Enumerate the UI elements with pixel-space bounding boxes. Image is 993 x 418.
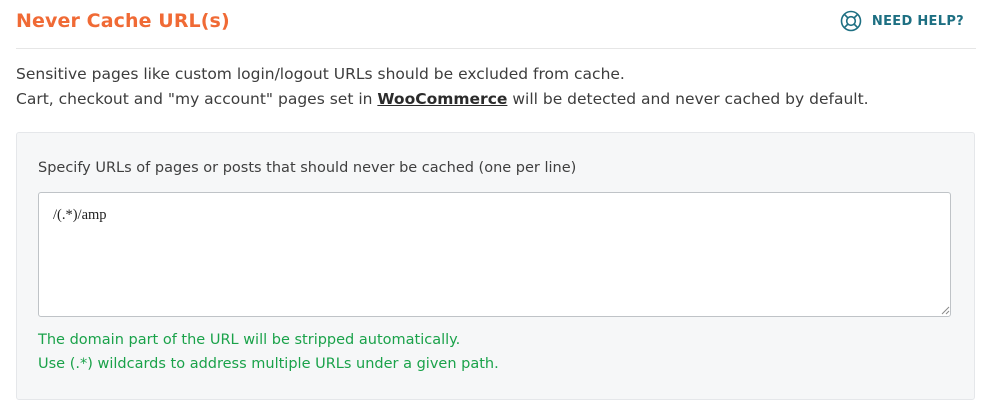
intro-line-2-before: Cart, checkout and "my account" pages se… — [16, 90, 378, 108]
note-domain-stripped: The domain part of the URL will be strip… — [38, 332, 461, 348]
note-wildcards: Use (.*) wildcards to address multiple U… — [38, 356, 499, 372]
lifebuoy-icon — [840, 10, 862, 32]
need-help-button[interactable]: NEED HELP? — [840, 10, 964, 32]
section-header: Never Cache URL(s) NEED HELP? — [16, 0, 976, 49]
section-title: Never Cache URL(s) — [16, 10, 230, 32]
resize-grip-icon[interactable] — [940, 305, 950, 315]
woocommerce-link[interactable]: WooCommerce — [377, 90, 507, 108]
never-cache-urls-textarea[interactable] — [38, 192, 951, 317]
intro-text: Sensitive pages like custom login/logout… — [16, 62, 976, 112]
need-help-label: NEED HELP? — [871, 13, 964, 29]
settings-panel: Specify URLs of pages or posts that shou… — [16, 132, 975, 400]
field-notes: The domain part of the URL will be strip… — [38, 328, 499, 376]
intro-line-2: Cart, checkout and "my account" pages se… — [16, 87, 976, 112]
never-cache-urls-label: Specify URLs of pages or posts that shou… — [38, 160, 577, 176]
intro-line-1: Sensitive pages like custom login/logout… — [16, 65, 625, 83]
intro-line-2-after: will be detected and never cached by def… — [507, 90, 869, 108]
